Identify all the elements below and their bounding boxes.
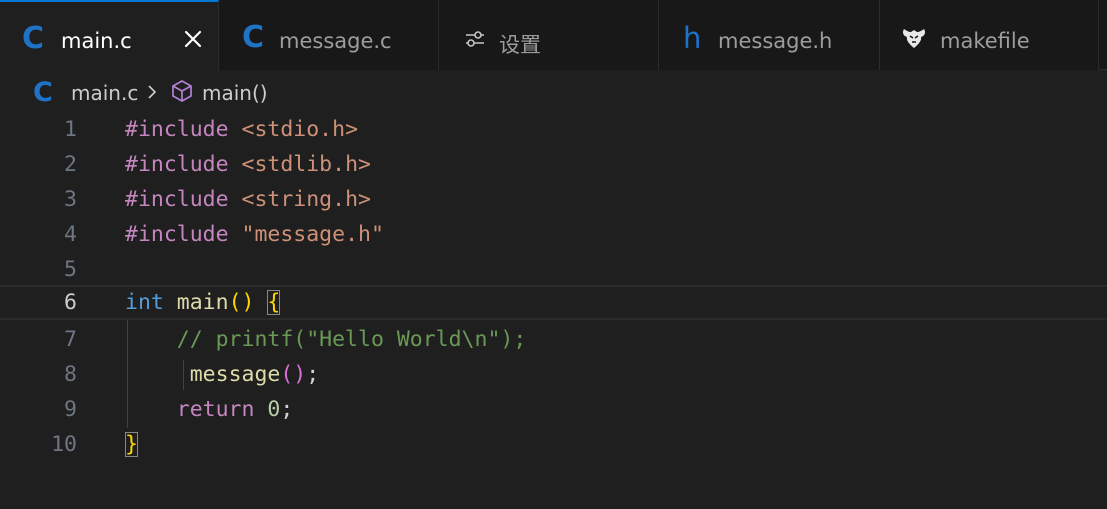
open-brace: { xyxy=(267,290,281,315)
code-text: return 0; xyxy=(125,392,294,427)
code-text: // printf("Hello World\n"); xyxy=(125,322,527,357)
number-literal: 0 xyxy=(267,397,281,422)
c-language-icon: C xyxy=(242,20,265,55)
code-text: #include "message.h" xyxy=(125,217,384,252)
preprocessor-directive: #include xyxy=(125,187,229,212)
preprocessor-directive: #include xyxy=(125,222,229,247)
h-header-icon: h xyxy=(683,21,702,55)
function-name: main xyxy=(176,290,229,315)
tab-label: makefile xyxy=(940,29,1030,53)
line-number: 3 xyxy=(64,187,77,212)
tab-message-c[interactable]: C message.c xyxy=(219,0,439,70)
code-line: 3 #include <string.h> xyxy=(0,182,1107,217)
code-editor[interactable]: 1 #include <stdio.h> 2 #include <stdlib.… xyxy=(0,112,1107,509)
c-language-icon: C xyxy=(33,77,53,108)
tab-label: message.h xyxy=(718,29,833,53)
line-number: 1 xyxy=(64,117,77,142)
code-line: 10 } xyxy=(0,427,1107,462)
code-line-current: 6 int main() { xyxy=(0,285,1107,320)
line-number: 6 xyxy=(64,290,77,315)
breadcrumb-file[interactable]: main.c xyxy=(71,81,138,105)
paren: () xyxy=(280,362,307,387)
code-text: #include <string.h> xyxy=(125,182,371,217)
code-line: 7 // printf("Hello World\n"); xyxy=(0,322,1107,357)
tab-makefile[interactable]: makefile xyxy=(880,0,1099,70)
line-number: 8 xyxy=(64,362,77,387)
type-keyword: int xyxy=(125,290,164,315)
line-number: 5 xyxy=(64,257,77,282)
code-line: 9 return 0; xyxy=(0,392,1107,427)
makefile-gnu-icon xyxy=(901,26,927,50)
code-text: #include <stdio.h> xyxy=(125,112,358,147)
include-target: "message.h" xyxy=(241,222,384,247)
editor-tab-bar: C main.c C message.c 设置 h message.h make… xyxy=(0,0,1107,71)
symbol-method-icon xyxy=(170,79,194,108)
code-text: message(); xyxy=(125,357,319,392)
code-line: 2 #include <stdlib.h> xyxy=(0,147,1107,182)
comment: // printf("Hello World\n"); xyxy=(176,327,527,352)
include-target: <string.h> xyxy=(241,187,371,212)
include-target: <stdio.h> xyxy=(241,117,359,142)
vscode-editor-window: C main.c C message.c 设置 h message.h make… xyxy=(0,0,1107,509)
function-call: message xyxy=(189,362,281,387)
line-number: 9 xyxy=(64,397,77,422)
include-target: <stdlib.h> xyxy=(241,152,371,177)
code-text: int main() { xyxy=(125,287,281,318)
close-brace: } xyxy=(125,432,138,457)
c-language-icon: C xyxy=(22,21,45,56)
semicolon: ; xyxy=(280,397,294,422)
breadcrumb: C main.c main() xyxy=(0,70,1107,114)
code-line: 8 message(); xyxy=(0,357,1107,392)
line-number: 7 xyxy=(64,327,77,352)
semicolon: ; xyxy=(306,362,320,387)
paren: () xyxy=(228,290,255,315)
tab-label: 设置 xyxy=(499,33,541,57)
tab-label: message.c xyxy=(279,29,392,53)
tab-main-c[interactable]: C main.c xyxy=(0,0,219,71)
code-text: #include <stdlib.h> xyxy=(125,147,371,182)
tab-label: main.c xyxy=(61,29,132,53)
breadcrumb-symbol[interactable]: main() xyxy=(202,81,268,105)
line-number: 4 xyxy=(64,222,77,247)
tab-settings[interactable]: 设置 xyxy=(439,0,659,70)
preprocessor-directive: #include xyxy=(125,152,229,177)
code-line: 4 #include "message.h" xyxy=(0,217,1107,252)
code-line: 5 xyxy=(0,252,1107,287)
chevron-right-icon xyxy=(146,82,158,106)
settings-sliders-icon xyxy=(465,30,485,48)
tab-message-h[interactable]: h message.h xyxy=(659,0,880,70)
close-tab-icon[interactable] xyxy=(182,28,204,50)
code-line: 1 #include <stdio.h> xyxy=(0,112,1107,147)
line-number: 2 xyxy=(64,152,77,177)
line-number: 10 xyxy=(51,432,77,457)
code-text: } xyxy=(125,427,138,462)
preprocessor-directive: #include xyxy=(125,117,229,142)
return-keyword: return xyxy=(176,397,255,422)
